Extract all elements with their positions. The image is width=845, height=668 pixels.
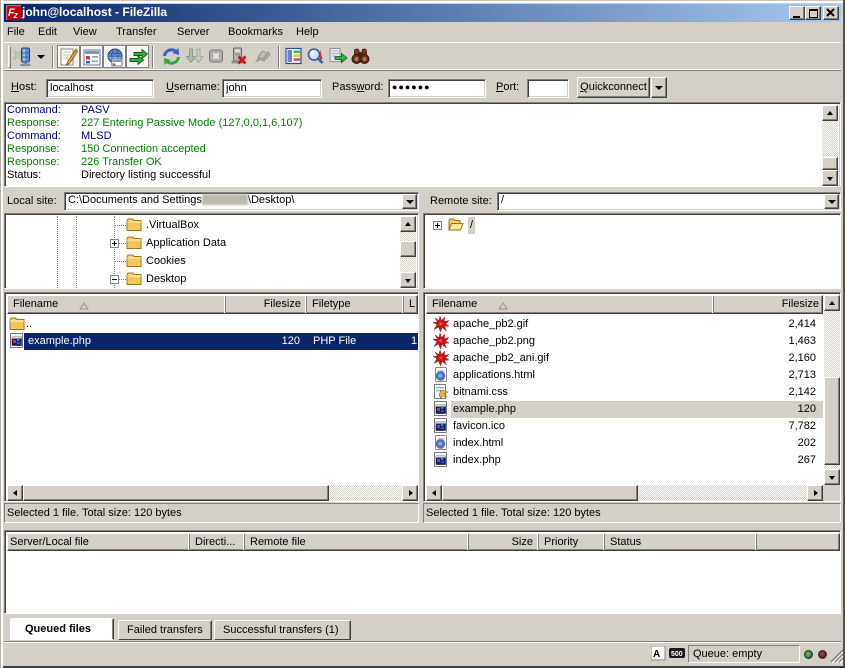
svg-text:500: 500 xyxy=(671,651,683,658)
svg-text:A: A xyxy=(653,649,660,660)
svg-text:z: z xyxy=(13,10,19,20)
